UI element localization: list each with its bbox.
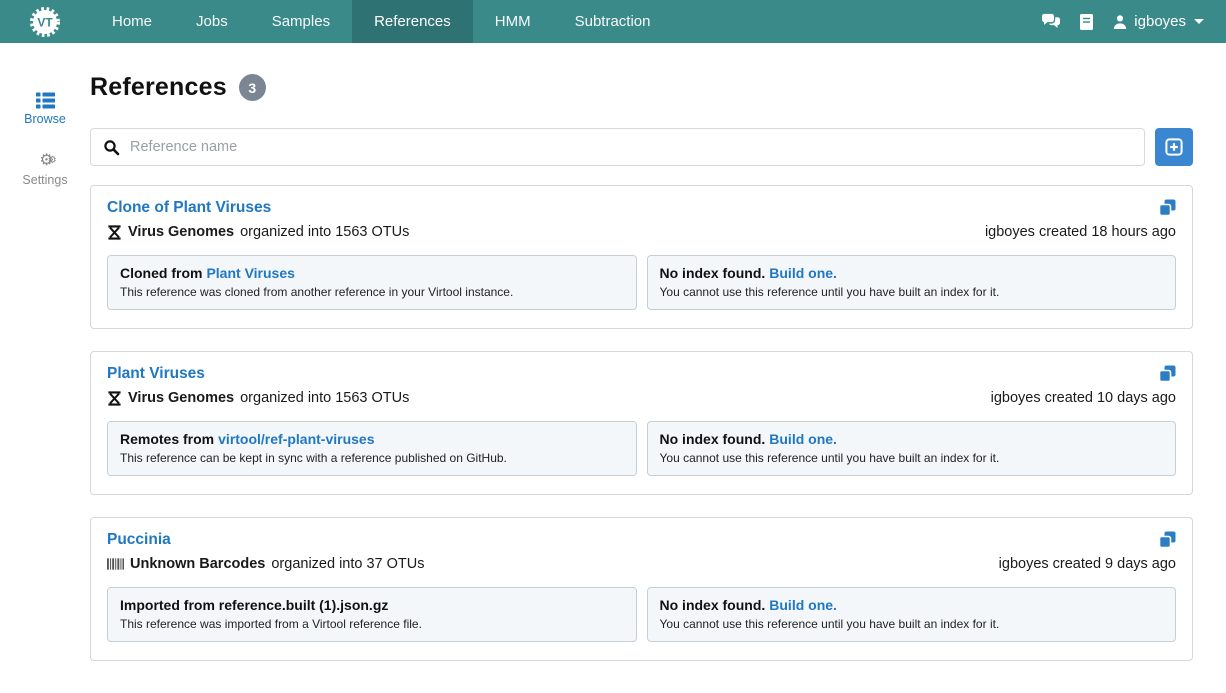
data-type-label: Unknown Barcodes [130,556,265,572]
sidebar-settings-label: Settings [22,173,67,187]
organization-label: organized into 1563 OTUs [240,390,409,406]
reference-card: Plant Viruses Virus Genomes organized in… [90,351,1193,495]
navbar: VT Home Jobs Samples References HMM Subt… [0,0,1226,43]
reference-title-link[interactable]: Puccinia [107,531,171,549]
created-meta: igboyes created 10 days ago [991,390,1176,406]
origin-description: This reference can be kept in sync with … [120,451,624,465]
created-meta: igboyes created 18 hours ago [985,224,1176,240]
user-icon [1112,14,1128,30]
reference-title-link[interactable]: Clone of Plant Viruses [107,199,271,217]
browse-list-icon [36,91,55,109]
index-status: No index found. [660,431,766,447]
build-index-link[interactable]: Build one. [769,597,837,613]
virtool-logo-icon[interactable]: VT [0,0,90,43]
build-index-link[interactable]: Build one. [769,265,837,281]
reference-title-link[interactable]: Plant Viruses [107,365,205,383]
sidebar-browse-label: Browse [24,112,66,126]
data-type-label: Virus Genomes [128,224,234,240]
virtool-logo-glyph: VT [29,6,61,38]
origin-panel: Imported from reference.built (1).json.g… [107,587,637,642]
caret-down-icon [1194,19,1204,24]
clone-icon[interactable] [1159,365,1176,382]
navbar-right: igboyes [1041,0,1226,43]
index-panel: No index found.Build one. You cannot use… [647,421,1177,476]
origin-title: Cloned from [120,265,202,281]
main-nav: Home Jobs Samples References HMM Subtrac… [90,0,673,43]
data-type-icon [107,391,122,406]
reference-count-badge: 3 [239,74,266,101]
nav-item-references[interactable]: References [352,0,473,43]
plus-square-icon [1165,138,1183,156]
create-reference-button[interactable] [1155,128,1193,166]
search-box[interactable] [90,128,1145,166]
search-input[interactable] [130,139,1132,155]
origin-title: Imported from reference.built (1).json.g… [120,597,388,613]
search-icon [103,139,120,156]
index-status: No index found. [660,597,766,613]
data-type-icon [107,225,122,240]
organization-label: organized into 1563 OTUs [240,224,409,240]
page-header: References 3 [90,73,1193,102]
created-meta: igboyes created 9 days ago [999,556,1176,572]
sidebar-item-browse[interactable]: Browse [0,91,90,126]
index-description: You cannot use this reference until you … [660,285,1164,299]
origin-panel: Remotes fromvirtool/ref-plant-viruses Th… [107,421,637,476]
origin-title: Remotes from [120,431,214,447]
nav-item-hmm[interactable]: HMM [473,0,553,43]
svg-text:VT: VT [37,15,53,29]
origin-link[interactable]: Plant Viruses [206,265,294,281]
data-type-icon [107,558,124,570]
origin-link[interactable]: virtool/ref-plant-viruses [218,431,374,447]
nav-item-jobs[interactable]: Jobs [174,0,250,43]
origin-description: This reference was imported from a Virto… [120,617,624,631]
sidebar-item-settings[interactable]: ⚙⚙ Settings [0,152,90,187]
clone-icon[interactable] [1159,199,1176,216]
username-label: igboyes [1134,13,1186,30]
reference-card: Puccinia Unknown Barcodes organized into… [90,517,1193,661]
toolbar [90,128,1193,166]
messages-icon[interactable] [1041,13,1061,30]
index-panel: No index found.Build one. You cannot use… [647,255,1177,310]
page-title: References [90,73,227,102]
organization-label: organized into 37 OTUs [271,556,424,572]
nav-item-samples[interactable]: Samples [250,0,352,43]
nav-item-home[interactable]: Home [90,0,174,43]
nav-item-subtraction[interactable]: Subtraction [553,0,673,43]
user-menu[interactable]: igboyes [1112,13,1204,30]
data-type-label: Virus Genomes [128,390,234,406]
documentation-icon[interactable] [1079,13,1094,31]
main-content: References 3 Clone of Pl [90,43,1226,683]
settings-gears-icon: ⚙⚙ [39,152,50,170]
index-description: You cannot use this reference until you … [660,451,1164,465]
origin-panel: Cloned fromPlant Viruses This reference … [107,255,637,310]
index-status: No index found. [660,265,766,281]
sidebar: Browse ⚙⚙ Settings [0,43,90,683]
origin-description: This reference was cloned from another r… [120,285,624,299]
index-description: You cannot use this reference until you … [660,617,1164,631]
index-panel: No index found.Build one. You cannot use… [647,587,1177,642]
build-index-link[interactable]: Build one. [769,431,837,447]
reference-card: Clone of Plant Viruses Virus Genomes org… [90,185,1193,329]
clone-icon[interactable] [1159,531,1176,548]
